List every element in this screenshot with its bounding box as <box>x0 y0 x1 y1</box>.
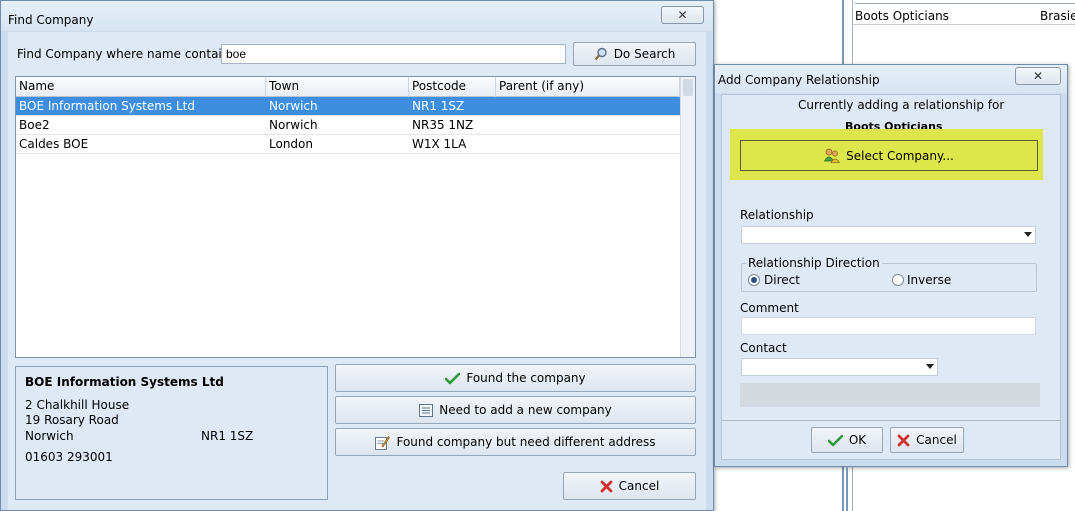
column-header-postcode[interactable]: Postcode <box>409 77 496 97</box>
cell-postcode: NR35 1NZ <box>412 118 474 132</box>
checkmark-icon <box>445 372 461 385</box>
results-table: Name Town Postcode Parent (if any) BOE I… <box>15 76 696 358</box>
background-row-name: Boots Opticians <box>855 9 949 23</box>
table-row[interactable]: Caldes BOE London W1X 1LA <box>16 135 680 154</box>
cell-postcode: W1X 1LA <box>412 137 467 151</box>
relationship-cancel-label: Cancel <box>916 433 957 447</box>
cell-town: London <box>269 137 313 151</box>
close-button[interactable]: ✕ <box>661 6 704 24</box>
ok-label: OK <box>848 433 867 447</box>
table-row[interactable]: BOE Information Systems Ltd Norwich NR1 … <box>16 97 680 116</box>
select-company-button[interactable]: Select Company... <box>740 140 1038 171</box>
cell-name: BOE Information Systems Ltd <box>19 99 195 113</box>
do-search-label: Do Search <box>613 47 676 61</box>
find-cancel-button[interactable]: Cancel <box>563 472 696 500</box>
relationship-label: Relationship <box>740 208 814 222</box>
cell-town: Norwich <box>269 99 318 113</box>
close-button[interactable]: ✕ <box>1015 67 1061 85</box>
found-company-label: Found the company <box>466 371 586 385</box>
background-window-edge <box>846 466 848 511</box>
table-scrollbar[interactable] <box>680 77 695 357</box>
column-header-parent[interactable]: Parent (if any) <box>496 77 680 97</box>
contact-label: Contact <box>740 341 787 355</box>
cell-name: Boe2 <box>19 118 50 132</box>
footer-divider <box>721 420 1061 421</box>
red-x-icon <box>897 434 910 447</box>
close-icon: ✕ <box>677 8 688 22</box>
cell-town: Norwich <box>269 118 318 132</box>
background-row-value: Brasier <box>1040 9 1075 23</box>
table-row[interactable]: Boe2 Norwich NR35 1NZ <box>16 116 680 135</box>
inverse-radio[interactable] <box>892 274 904 286</box>
found-company-button[interactable]: Found the company <box>335 364 696 392</box>
table-header: Name Town Postcode Parent (if any) <box>16 77 680 97</box>
magnifier-icon <box>594 47 608 61</box>
search-label: Find Company where name contains <box>17 47 236 61</box>
relationship-intro: Currently adding a relationship for <box>798 98 1005 112</box>
detail-phone: 01603 293001 <box>25 450 113 464</box>
comment-field[interactable] <box>741 317 1036 335</box>
relationship-cancel-button[interactable]: Cancel <box>890 427 964 453</box>
add-new-company-label: Need to add a new company <box>439 403 612 417</box>
do-search-button[interactable]: Do Search <box>573 42 696 66</box>
chevron-down-icon <box>926 364 934 369</box>
inverse-radio-label[interactable]: Inverse <box>907 273 951 287</box>
cell-parent <box>496 116 499 135</box>
window-title: Find Company <box>8 13 94 27</box>
comment-label: Comment <box>740 301 799 315</box>
column-header-town[interactable]: Town <box>266 77 409 97</box>
cell-postcode: NR1 1SZ <box>412 99 465 113</box>
red-x-icon <box>600 480 613 493</box>
background-row[interactable]: Boots Opticians Brasier <box>852 6 1075 25</box>
contact-dropdown[interactable] <box>741 358 938 376</box>
detail-company-name: BOE Information Systems Ltd <box>25 375 224 389</box>
chevron-down-icon <box>1024 232 1032 237</box>
disabled-field <box>740 383 1040 407</box>
different-address-button[interactable]: Found company but need different address <box>335 428 696 456</box>
close-icon: ✕ <box>1032 69 1044 83</box>
relationship-dropdown[interactable] <box>741 226 1036 244</box>
detail-address-line1: 2 Chalkhill House <box>25 398 130 412</box>
background-row-top <box>855 0 1075 4</box>
select-company-label: Select Company... <box>846 148 954 163</box>
direct-radio[interactable] <box>748 274 760 286</box>
detail-address-line2: 19 Rosary Road <box>25 413 119 427</box>
add-relationship-titlebar[interactable]: Add Company Relationship ✕ <box>715 65 1067 93</box>
people-icon <box>824 148 841 163</box>
cell-parent <box>496 97 499 116</box>
direct-radio-label[interactable]: Direct <box>764 273 800 287</box>
cell-parent <box>496 135 499 154</box>
find-cancel-label: Cancel <box>618 479 660 493</box>
company-detail-panel: BOE Information Systems Ltd 2 Chalkhill … <box>15 366 328 500</box>
cell-name: Caldes BOE <box>19 137 89 151</box>
find-company-titlebar[interactable]: Find Company ✕ <box>1 1 713 31</box>
relationship-direction-label: Relationship Direction <box>746 256 882 270</box>
form-icon <box>419 403 434 417</box>
column-header-name[interactable]: Name <box>16 77 266 97</box>
ok-button[interactable]: OK <box>811 427 883 453</box>
detail-city: Norwich <box>25 429 74 443</box>
search-input[interactable] <box>221 44 566 64</box>
edit-document-icon <box>375 435 391 450</box>
different-address-label: Found company but need different address <box>396 435 656 449</box>
detail-postcode: NR1 1SZ <box>201 429 254 443</box>
checkmark-icon <box>827 434 843 447</box>
add-new-company-button[interactable]: Need to add a new company <box>335 396 696 424</box>
window-title: Add Company Relationship <box>718 73 880 87</box>
scrollbar-thumb[interactable] <box>683 79 693 96</box>
